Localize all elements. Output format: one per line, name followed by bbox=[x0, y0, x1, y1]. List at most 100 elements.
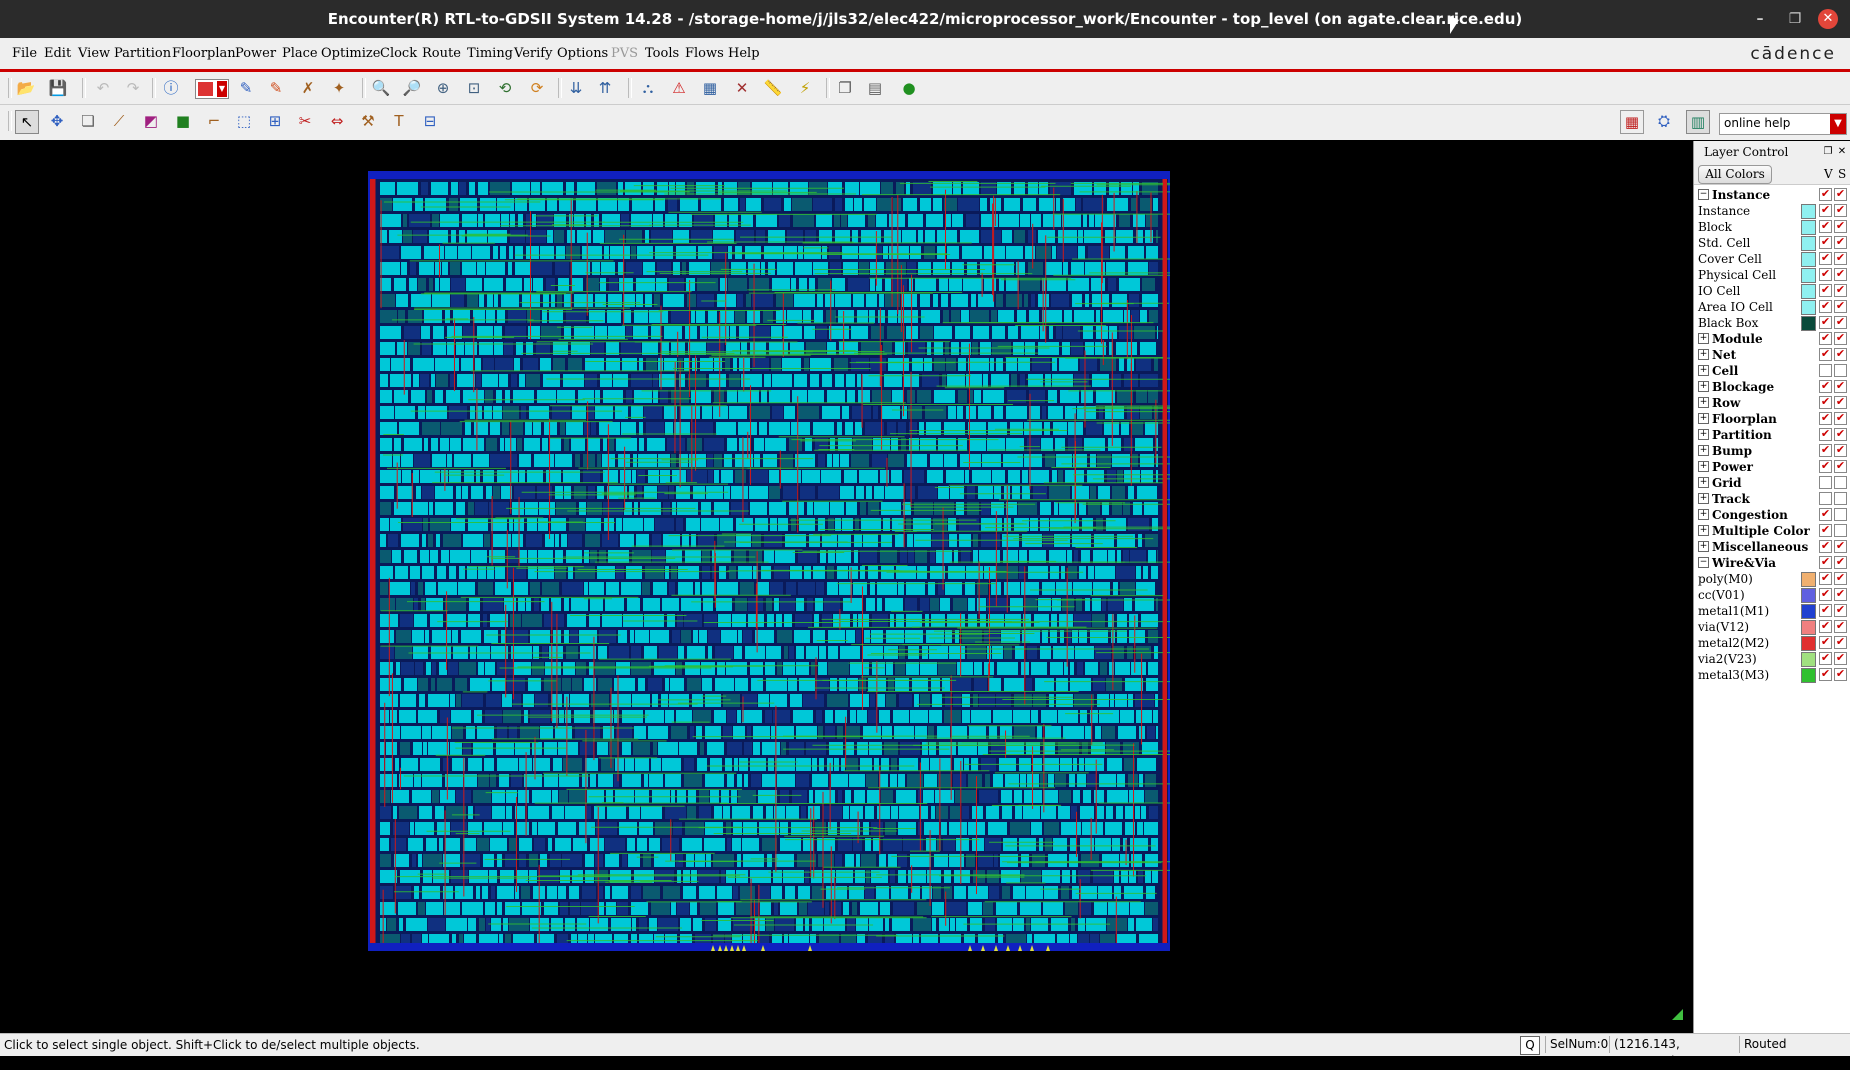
redraw-icon[interactable]: ⟳ bbox=[526, 77, 548, 99]
physical-view-icon[interactable]: ▥ bbox=[1686, 110, 1710, 134]
help-search-input[interactable]: online help bbox=[1724, 116, 1790, 130]
visible-checkbox[interactable] bbox=[1819, 476, 1832, 489]
expand-icon[interactable]: + bbox=[1698, 381, 1709, 392]
stretch-icon[interactable]: ◩ bbox=[140, 110, 162, 132]
visible-checkbox[interactable]: ✔ bbox=[1819, 220, 1832, 233]
layer-row-area-io-cell[interactable]: Area IO Cell ✔ ✔ bbox=[1694, 299, 1850, 315]
layer-row-bump[interactable]: + Bump ✔ ✔ bbox=[1694, 443, 1850, 459]
highlight-select-icon[interactable]: ✦ bbox=[328, 77, 350, 99]
layer-color-swatch[interactable] bbox=[1801, 268, 1816, 283]
layer-row-metal3-m3-[interactable]: metal3(M3) ✔ ✔ bbox=[1694, 667, 1850, 683]
selectable-checkbox[interactable]: ✔ bbox=[1834, 316, 1847, 329]
selectable-checkbox[interactable]: ✔ bbox=[1834, 396, 1847, 409]
layer-row-miscellaneous[interactable]: + Miscellaneous ✔ ✔ bbox=[1694, 539, 1850, 555]
table-browser-icon[interactable]: ▦ bbox=[699, 77, 721, 99]
add-via-icon[interactable]: ■ bbox=[172, 110, 194, 132]
selectable-checkbox[interactable]: ✔ bbox=[1834, 556, 1847, 569]
query-button[interactable]: Q bbox=[1520, 1036, 1540, 1055]
visible-checkbox[interactable]: ✔ bbox=[1819, 396, 1832, 409]
expand-icon[interactable]: + bbox=[1698, 349, 1709, 360]
visible-checkbox[interactable]: ✔ bbox=[1819, 332, 1832, 345]
layer-row-grid[interactable]: + Grid bbox=[1694, 475, 1850, 491]
visible-checkbox[interactable]: ✔ bbox=[1819, 572, 1832, 585]
layer-row-blockage[interactable]: + Blockage ✔ ✔ bbox=[1694, 379, 1850, 395]
visible-checkbox[interactable] bbox=[1819, 364, 1832, 377]
layer-row-floorplan[interactable]: + Floorplan ✔ ✔ bbox=[1694, 411, 1850, 427]
layer-row-wire-via[interactable]: − Wire&Via ✔ ✔ bbox=[1694, 555, 1850, 571]
layer-color-swatch[interactable] bbox=[1801, 668, 1816, 683]
selectable-checkbox[interactable]: ✔ bbox=[1834, 540, 1847, 553]
expand-icon[interactable]: + bbox=[1698, 413, 1709, 424]
selectable-checkbox[interactable]: ✔ bbox=[1834, 348, 1847, 361]
menu-place[interactable]: Place bbox=[282, 46, 318, 61]
expand-icon[interactable]: + bbox=[1698, 493, 1709, 504]
selectable-checkbox[interactable]: ✔ bbox=[1834, 636, 1847, 649]
layer-color-swatch[interactable] bbox=[1801, 620, 1816, 635]
menu-file[interactable]: File bbox=[12, 46, 37, 61]
layer-row-net[interactable]: + Net ✔ ✔ bbox=[1694, 347, 1850, 363]
expand-icon[interactable]: + bbox=[1698, 365, 1709, 376]
visible-checkbox[interactable]: ✔ bbox=[1819, 620, 1832, 633]
layer-row-cover-cell[interactable]: Cover Cell ✔ ✔ bbox=[1694, 251, 1850, 267]
split-icon[interactable]: ⊞ bbox=[264, 110, 286, 132]
visible-checkbox[interactable] bbox=[1819, 492, 1832, 505]
zoom-fit-icon[interactable]: ⊡ bbox=[463, 77, 485, 99]
layer-color-swatch[interactable] bbox=[1801, 636, 1816, 651]
selectable-checkbox[interactable]: ✔ bbox=[1834, 300, 1847, 313]
undock-icon[interactable]: ❐ bbox=[1822, 146, 1834, 158]
dehighlight-tool-icon[interactable]: ✎ bbox=[265, 77, 287, 99]
move-icon[interactable]: ✥ bbox=[46, 110, 68, 132]
group-edit-icon[interactable]: ⊟ bbox=[419, 110, 441, 132]
expand-icon[interactable]: + bbox=[1698, 525, 1709, 536]
zoom-previous-icon[interactable]: ⟲ bbox=[494, 77, 516, 99]
selectable-checkbox[interactable] bbox=[1834, 364, 1847, 377]
selectable-checkbox[interactable]: ✔ bbox=[1834, 620, 1847, 633]
menu-view[interactable]: View bbox=[78, 46, 110, 61]
layer-row-module[interactable]: + Module ✔ ✔ bbox=[1694, 331, 1850, 347]
layer-row-black-box[interactable]: Black Box ✔ ✔ bbox=[1694, 315, 1850, 331]
selectable-checkbox[interactable]: ✔ bbox=[1834, 332, 1847, 345]
expand-icon[interactable]: + bbox=[1698, 333, 1709, 344]
save-icon[interactable]: 💾 bbox=[47, 77, 69, 99]
marker-icon[interactable]: ⚡ bbox=[794, 77, 816, 99]
layer-row-metal2-m2-[interactable]: metal2(M2) ✔ ✔ bbox=[1694, 635, 1850, 651]
layer-color-swatch[interactable] bbox=[1801, 316, 1816, 331]
menu-flows[interactable]: Flows bbox=[685, 46, 724, 61]
ruler-icon[interactable]: 📏 bbox=[762, 77, 784, 99]
help-search-combo[interactable]: online help ▼ bbox=[1719, 113, 1847, 135]
layer-color-swatch[interactable] bbox=[1801, 252, 1816, 267]
collapse-icon[interactable]: − bbox=[1698, 189, 1709, 200]
globe-icon[interactable]: ● bbox=[898, 77, 920, 99]
menu-optimize[interactable]: Optimize bbox=[321, 46, 380, 61]
expand-icon[interactable]: + bbox=[1698, 461, 1709, 472]
close-panel-icon[interactable]: ✕ bbox=[1836, 146, 1848, 158]
selectable-checkbox[interactable]: ✔ bbox=[1834, 588, 1847, 601]
visible-checkbox[interactable]: ✔ bbox=[1819, 556, 1832, 569]
edit-route-icon[interactable]: ⬚ bbox=[233, 110, 255, 132]
layer-color-swatch[interactable] bbox=[1801, 220, 1816, 235]
selectable-checkbox[interactable]: ✔ bbox=[1834, 412, 1847, 425]
notes-icon[interactable]: ▤ bbox=[864, 77, 886, 99]
selectable-checkbox[interactable] bbox=[1834, 476, 1847, 489]
layout-canvas[interactable] bbox=[0, 141, 1690, 1033]
layer-row-instance[interactable]: Instance ✔ ✔ bbox=[1694, 203, 1850, 219]
maximize-button[interactable]: ❐ bbox=[1785, 9, 1805, 29]
redo-icon[interactable]: ↷ bbox=[122, 77, 144, 99]
menu-tools[interactable]: Tools bbox=[645, 46, 679, 61]
visible-checkbox[interactable]: ✔ bbox=[1819, 540, 1832, 553]
layer-row-block[interactable]: Block ✔ ✔ bbox=[1694, 219, 1850, 235]
selectable-checkbox[interactable]: ✔ bbox=[1834, 428, 1847, 441]
selectable-checkbox[interactable]: ✔ bbox=[1834, 652, 1847, 665]
selectable-checkbox[interactable]: ✔ bbox=[1834, 604, 1847, 617]
layer-row-cc-v01-[interactable]: cc(V01) ✔ ✔ bbox=[1694, 587, 1850, 603]
visible-checkbox[interactable]: ✔ bbox=[1819, 300, 1832, 313]
layer-row-instance[interactable]: − Instance ✔ ✔ bbox=[1694, 187, 1850, 203]
expand-icon[interactable]: + bbox=[1698, 541, 1709, 552]
layer-color-swatch[interactable] bbox=[1801, 284, 1816, 299]
selectable-checkbox[interactable]: ✔ bbox=[1834, 668, 1847, 681]
zoom-in-icon[interactable]: 🔍 bbox=[370, 77, 392, 99]
clear-highlight-icon[interactable]: ✗ bbox=[297, 77, 319, 99]
copy-icon[interactable]: ❏ bbox=[77, 110, 99, 132]
visible-checkbox[interactable]: ✔ bbox=[1819, 508, 1832, 521]
layer-row-physical-cell[interactable]: Physical Cell ✔ ✔ bbox=[1694, 267, 1850, 283]
